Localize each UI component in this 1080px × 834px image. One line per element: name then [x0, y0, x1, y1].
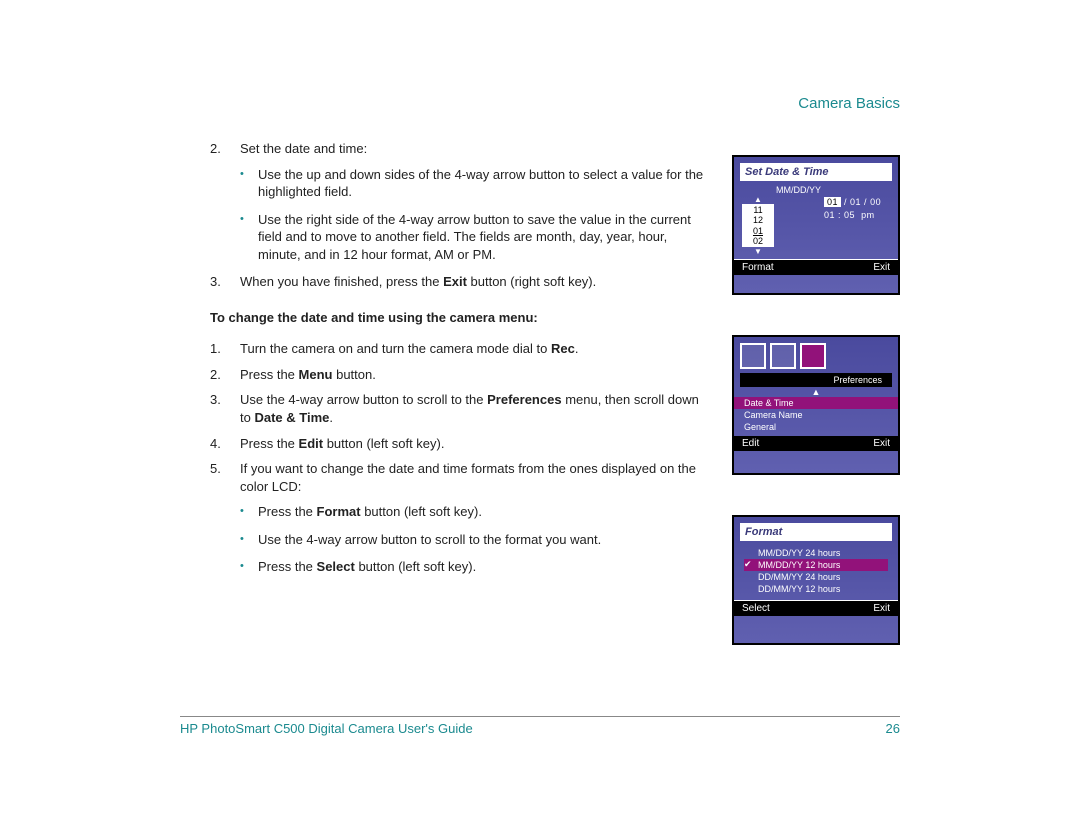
subheading: To change the date and time using the ca… — [210, 309, 710, 327]
figure-preferences: Preferences ▲ Date & Time Camera Name Ge… — [732, 335, 900, 475]
softkey-left: Edit — [742, 438, 759, 449]
lcd-title: Format — [740, 523, 892, 541]
lcd-menu-title: Preferences — [740, 373, 892, 387]
format-option: DD/MM/YY 24 hours — [744, 571, 888, 583]
camera-icon — [770, 343, 796, 369]
format-option: MM/DD/YY 24 hours — [744, 547, 888, 559]
step-b5: 5. If you want to change the date and ti… — [210, 460, 710, 495]
softkey-right: Exit — [873, 262, 890, 273]
step-b4: 4. Press the Edit button (left soft key)… — [210, 435, 710, 453]
softkey-left: Select — [742, 603, 770, 614]
bullet: •Press the Select button (left soft key)… — [240, 558, 710, 576]
menu-option: Date & Time — [734, 397, 898, 409]
figures-column: Set Date & Time MM/DD/YY ▲ 11 12 01 02 ▼… — [732, 155, 900, 645]
step-b3: 3. Use the 4-way arrow button to scroll … — [210, 391, 710, 426]
footer-title: HP PhotoSmart C500 Digital Camera User's… — [180, 721, 473, 736]
doc-icon — [740, 343, 766, 369]
bullet: •Use the right side of the 4-way arrow b… — [240, 211, 710, 264]
lcd-title: Set Date & Time — [740, 163, 892, 181]
step-2: 2. Set the date and time: — [210, 140, 710, 158]
bullet: •Use the up and down sides of the 4-way … — [240, 166, 710, 201]
bullet: •Press the Format button (left soft key)… — [240, 503, 710, 521]
menu-option: General — [734, 421, 898, 433]
step-b2: 2. Press the Menu button. — [210, 366, 710, 384]
softkey-left: Format — [742, 262, 774, 273]
format-option: DD/MM/YY 12 hours — [744, 583, 888, 595]
section-heading: Camera Basics — [798, 95, 900, 112]
softkey-right: Exit — [873, 603, 890, 614]
menu-option: Camera Name — [734, 409, 898, 421]
figure-set-date: Set Date & Time MM/DD/YY ▲ 11 12 01 02 ▼… — [732, 155, 900, 295]
figure-format: Format MM/DD/YY 24 hours ✔MM/DD/YY 12 ho… — [732, 515, 900, 645]
body-text: 2. Set the date and time: •Use the up an… — [210, 140, 710, 586]
document-page: Camera Basics 2. Set the date and time: … — [0, 0, 1080, 834]
step-3: 3. When you have finished, press the Exi… — [210, 273, 710, 291]
target-icon — [800, 343, 826, 369]
softkey-right: Exit — [873, 438, 890, 449]
format-option: ✔MM/DD/YY 12 hours — [744, 559, 888, 571]
lcd-format-label: MM/DD/YY — [734, 183, 898, 195]
page-number: 26 — [886, 721, 900, 736]
step-b1: 1. Turn the camera on and turn the camer… — [210, 340, 710, 358]
page-footer: HP PhotoSmart C500 Digital Camera User's… — [180, 716, 900, 736]
bullet: •Use the 4-way arrow button to scroll to… — [240, 531, 710, 549]
